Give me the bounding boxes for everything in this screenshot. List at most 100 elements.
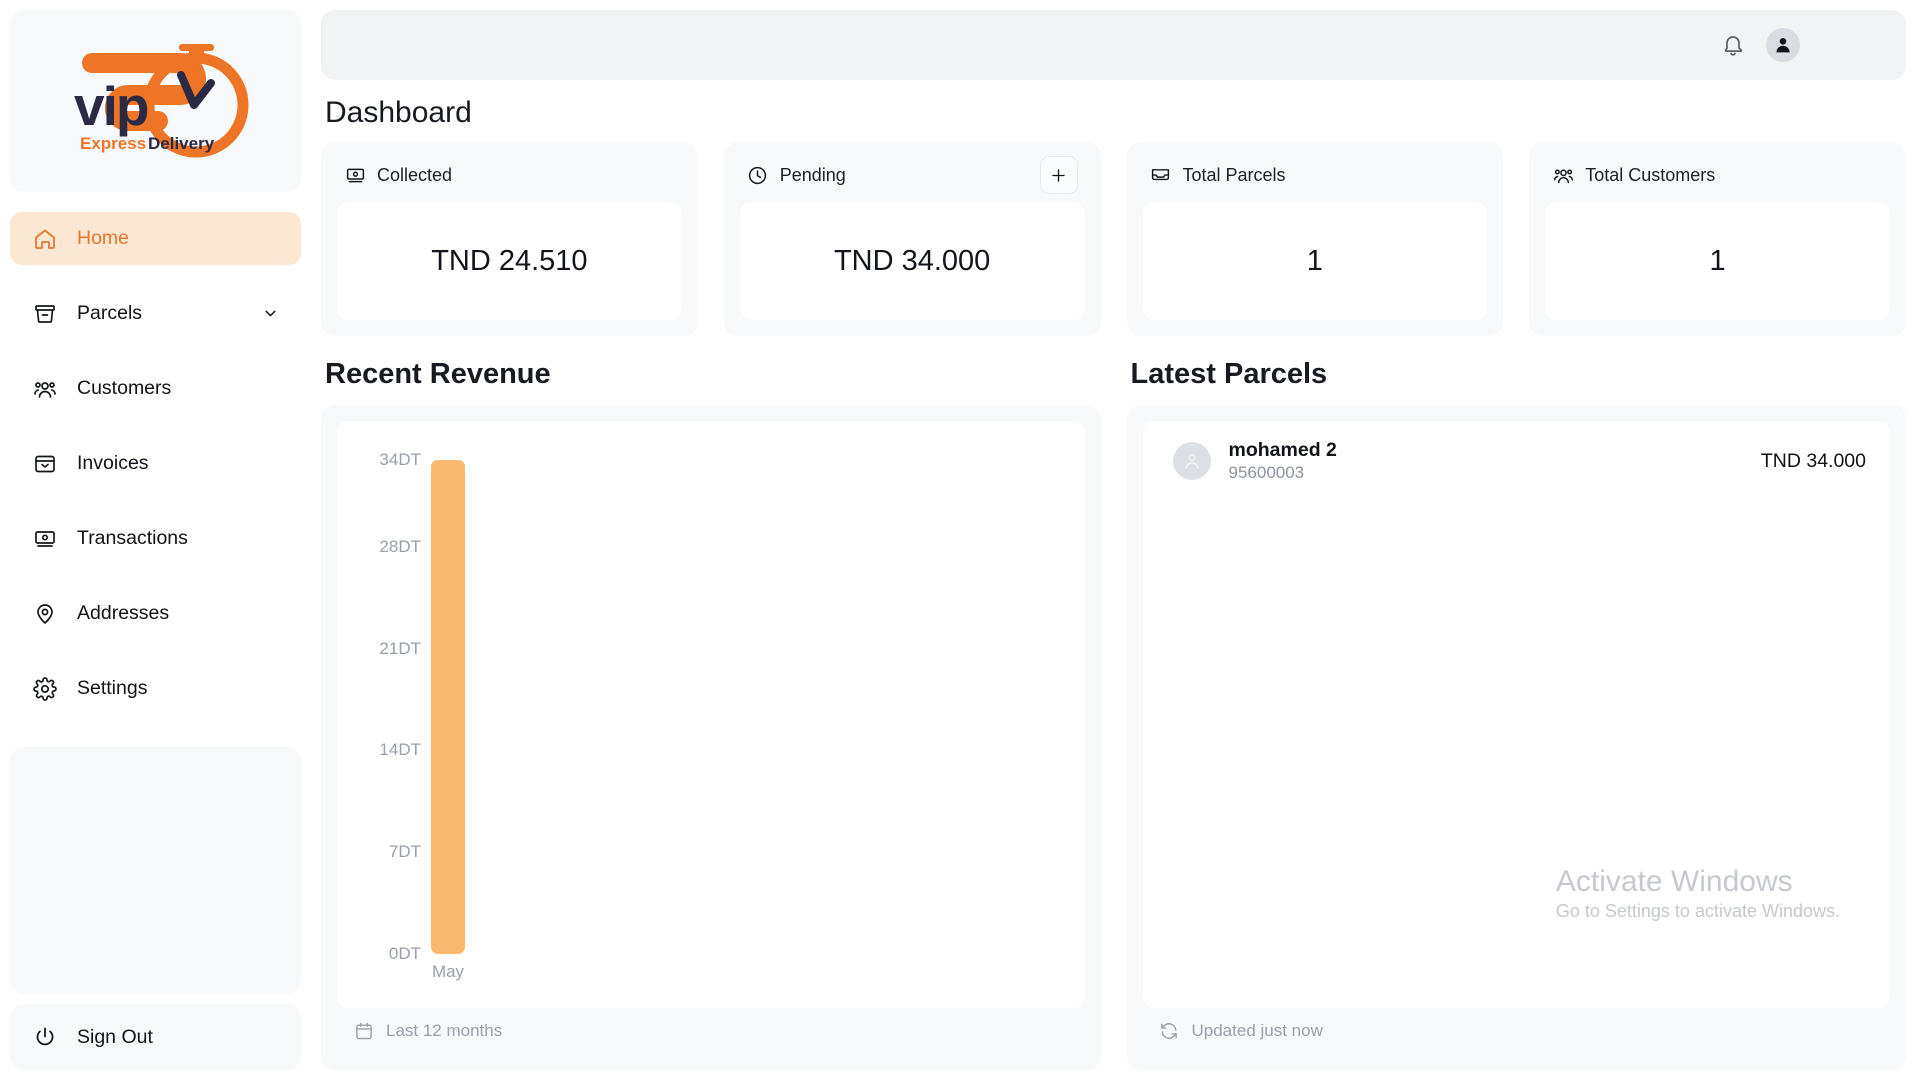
panel-title: Latest Parcels [1130,358,1328,390]
stat-value: TND 24.510 [337,202,682,320]
refresh-icon [1159,1021,1180,1042]
chart-y-tick-label: 14DT [379,740,421,760]
chart-y-tick-label: 21DT [379,638,421,658]
svg-text:vip: vip [74,75,148,137]
recent-revenue-panel: Recent Revenue 34DT 28DT 21DT 14DT 7DT 0DT Ma… [321,358,1101,1070]
chart-y-tick-label: 0DT [388,944,421,963]
calendar-icon [353,1021,374,1042]
windows-activation-watermark: Activate Windows Go to Settings to activ… [1556,862,1840,922]
user-avatar-icon[interactable] [1766,28,1800,62]
sign-out-label: Sign Out [77,1025,153,1048]
gear-icon [32,676,58,702]
stat-card-header: Collected [337,160,682,190]
stats-row: Collected TND 24.510 Pending TND 34.000 … [321,142,1906,336]
users-icon [1552,164,1574,186]
chart-bar[interactable] [431,459,465,954]
sidebar-item-customers[interactable]: Customers [10,362,301,415]
topbar [321,10,1906,80]
vip-express-delivery-logo-icon: vip Express Delivery [74,43,249,157]
stat-value: 1 [1545,202,1890,320]
sidebar-item-home[interactable]: Home [10,212,301,265]
stat-card-header: Pending [740,156,1085,194]
parcel-list-item[interactable]: mohamed 2 95600003 TND 34.000 [1143,425,1891,497]
chart-x-axis: May [357,954,1065,990]
sidebar-item-label: Addresses [77,602,170,624]
stat-card-pending: Pending TND 34.000 [723,142,1101,336]
stat-label: Total Parcels [1182,164,1286,185]
sidebar-item-label: Home [77,227,130,249]
clock-icon [747,164,769,186]
stat-value: 1 [1142,202,1488,320]
stat-label: Total Customers [1585,164,1716,185]
chart-plot: 34DT 28DT 21DT 14DT 7DT 0DT [357,445,1065,963]
sign-out-button[interactable]: Sign Out [10,1004,301,1070]
revenue-bar-chart: 34DT 28DT 21DT 14DT 7DT 0DT May [337,421,1085,1008]
sidebar-item-label: Customers [77,377,172,399]
power-icon [32,1024,58,1050]
parcels-footer-label: Updated just now [1191,1021,1323,1040]
watermark-title: Activate Windows [1555,865,1793,898]
latest-parcels-panel: Latest Parcels mohamed 2 95600003 TND 34.0… [1126,358,1906,1070]
add-pending-button[interactable] [1039,156,1078,194]
invoice-icon [32,451,58,477]
sidebar-item-label: Parcels [77,302,143,324]
chevron-down-icon[interactable] [261,305,279,323]
sidebar-item-parcels[interactable]: Parcels [10,287,301,340]
watermark-subtitle: Go to Settings to activate Windows. [1555,901,1840,921]
sidebar: vip Express Delivery Home Parcels Custom… [0,0,311,1080]
sidebar-item-transactions[interactable]: Transactions [10,512,301,565]
inbox-icon [1150,164,1172,186]
stat-value: TND 34.000 [739,202,1085,320]
parcel-customer-phone: 95600003 [1228,463,1305,483]
parcel-list: mohamed 2 95600003 TND 34.000 [1143,421,1891,497]
stat-card-total-parcels: Total Parcels 1 [1126,142,1504,336]
stat-card-collected: Collected TND 24.510 [321,142,698,336]
sidebar-nav: Home Parcels Customers Invoices Transact… [10,212,301,737]
chart-x-tick-label: May [431,962,465,981]
stat-card-header: Total Customers [1545,160,1890,190]
revenue-card: 34DT28DT21DT14DT7DT0DT May Last 12 [321,405,1101,1070]
svg-text:Delivery: Delivery [148,134,215,153]
chart-bar-column [431,445,465,954]
bell-icon[interactable] [1720,32,1746,58]
chart-bars [431,445,1065,954]
parcels-footer: Updated just now [1143,1008,1891,1054]
sidebar-item-label: Settings [77,677,148,699]
sidebar-filler [10,747,301,994]
chart-y-axis: 34DT 28DT 21DT 14DT 7DT 0DT [357,445,431,963]
stat-card-header: Total Parcels [1143,160,1488,190]
main-content: Dashboard Collected TND 24.510 Pending T… [311,0,1920,1080]
sidebar-item-label: Invoices [77,452,149,474]
chart-y-tick-label: 28DT [379,536,421,556]
banknote-icon [344,164,366,186]
brand-logo: vip Express Delivery [10,10,301,192]
user-avatar-icon [1172,442,1211,480]
parcels-card: mohamed 2 95600003 TND 34.000 Activate Win… [1126,405,1906,1070]
sidebar-item-addresses[interactable]: Addresses [10,587,301,640]
stat-card-total-customers: Total Customers 1 [1529,142,1906,336]
home-icon [32,226,58,252]
users-icon [32,376,58,402]
chart-y-tick-label: 7DT [388,842,421,862]
svg-text:Express: Express [80,134,146,153]
box-icon [32,301,58,327]
stat-label: Collected [377,164,453,185]
panels-row: Recent Revenue 34DT 28DT 21DT 14DT 7DT 0DT Ma… [321,358,1906,1070]
parcel-amount: TND 34.000 [1760,449,1866,472]
parcel-customer-name: mohamed 2 [1228,438,1337,461]
sidebar-item-label: Transactions [77,527,188,549]
sidebar-item-settings[interactable]: Settings [10,662,301,715]
banknote-icon [32,526,58,552]
panel-title: Recent Revenue [325,358,551,390]
map-pin-icon [32,601,58,627]
revenue-footer-label: Last 12 months [386,1021,503,1040]
revenue-chart-area: 34DT 28DT 21DT 14DT 7DT 0DT May [337,421,1085,1008]
parcels-list-area: mohamed 2 95600003 TND 34.000 Activate Win… [1142,421,1891,1008]
revenue-footer: Last 12 months [337,1008,1085,1054]
parcel-info: mohamed 2 95600003 [1229,438,1337,484]
chart-y-tick-label: 34DT [379,449,421,469]
sidebar-item-invoices[interactable]: Invoices [10,437,301,490]
app-root: vip Express Delivery Home Parcels Custom… [0,0,1920,1080]
page-title: Dashboard [325,96,472,129]
stat-label: Pending [779,164,846,185]
